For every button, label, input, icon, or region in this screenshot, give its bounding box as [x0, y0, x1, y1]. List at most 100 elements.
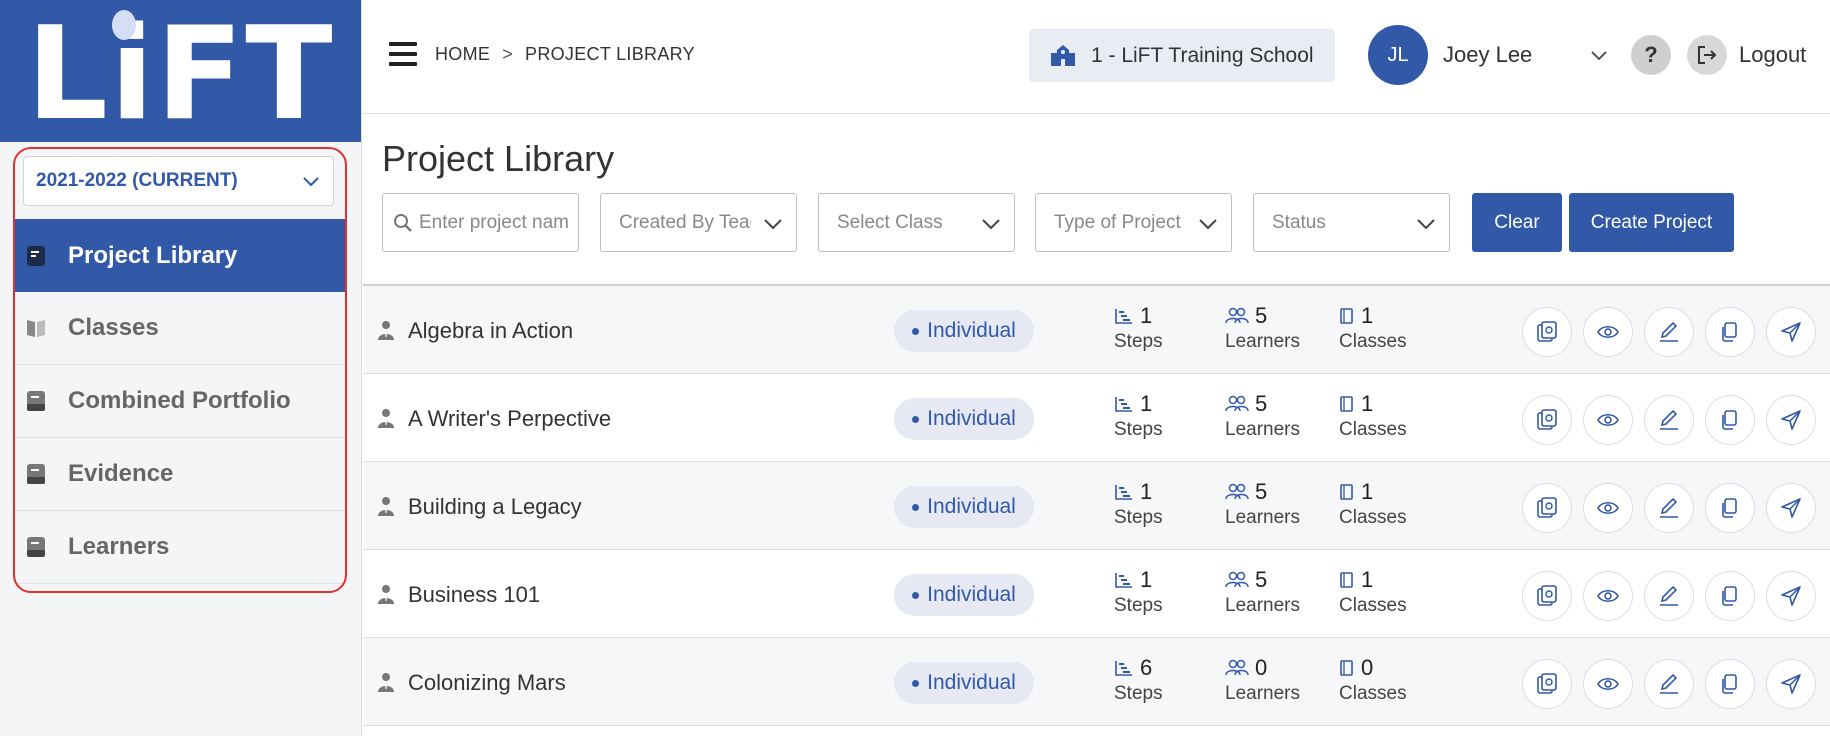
- project-name[interactable]: Building a Legacy: [408, 494, 582, 520]
- logo[interactable]: LiFT: [0, 0, 361, 142]
- created-by-filter[interactable]: Created By Teacher: [600, 193, 797, 252]
- classes-stat: 0 Classes: [1339, 654, 1407, 705]
- eye-button[interactable]: [1583, 307, 1633, 357]
- status-value: Status: [1272, 211, 1326, 233]
- classes-icon: [1339, 571, 1361, 589]
- sidebar-nav: Project Library Classes Combined Portfol…: [15, 219, 345, 584]
- clear-button[interactable]: Clear: [1472, 193, 1562, 252]
- search-input[interactable]: [419, 211, 569, 234]
- edit-button[interactable]: [1644, 307, 1694, 357]
- copy-button[interactable]: [1705, 307, 1755, 357]
- edit-icon: [1657, 672, 1681, 696]
- classes-stat: 1 Classes: [1339, 566, 1407, 617]
- sidebar-item-evidence[interactable]: Evidence: [15, 438, 345, 511]
- project-name[interactable]: Algebra in Action: [408, 318, 573, 344]
- project-type-filter[interactable]: Type of Project: [1035, 193, 1232, 252]
- project-name[interactable]: Business 101: [408, 582, 540, 608]
- sidebar-item-label: Classes: [68, 314, 159, 341]
- eye-button[interactable]: [1583, 571, 1633, 621]
- school-year-select[interactable]: 2021-2022 (CURRENT): [23, 156, 334, 206]
- copy-icon: [1718, 672, 1742, 696]
- sidebar-item-learners[interactable]: Learners: [15, 511, 345, 584]
- send-button[interactable]: [1766, 307, 1816, 357]
- copy-button[interactable]: [1705, 659, 1755, 709]
- avatar[interactable]: JL: [1368, 25, 1428, 85]
- table-row[interactable]: Algebra in Action Individual 1 Steps 5 Learne…: [363, 286, 1830, 374]
- edit-button[interactable]: [1644, 483, 1694, 533]
- edit-icon: [1657, 496, 1681, 520]
- select-class-filter[interactable]: Select Class: [818, 193, 1015, 252]
- learners-label: Learners: [1225, 419, 1300, 440]
- copy-button[interactable]: [1705, 571, 1755, 621]
- table-row[interactable]: Business 101 Individual 1 Steps 5 Learners 1 Cl…: [363, 550, 1830, 638]
- search-box[interactable]: [382, 193, 579, 252]
- copy-icon: [1718, 408, 1742, 432]
- portfolio-button[interactable]: [1522, 395, 1572, 445]
- send-icon: [1779, 584, 1803, 608]
- logout-link[interactable]: Logout: [1739, 42, 1806, 68]
- created-by-value: Created By Teacher: [619, 211, 751, 233]
- create-project-button[interactable]: Create Project: [1569, 193, 1734, 252]
- send-button[interactable]: [1766, 659, 1816, 709]
- send-icon: [1779, 672, 1803, 696]
- table-row[interactable]: Building a Legacy Individual 1 Steps 5 Learne…: [363, 462, 1830, 550]
- select-class-value: Select Class: [837, 211, 943, 233]
- project-name[interactable]: A Writer's Perpective: [408, 406, 611, 432]
- eye-icon: [1596, 320, 1620, 344]
- portfolio-button[interactable]: [1522, 571, 1572, 621]
- table-row[interactable]: A Writer's Perpective Individual 1 Steps 5 Le…: [363, 374, 1830, 462]
- eye-icon: [1596, 584, 1620, 608]
- send-button[interactable]: [1766, 395, 1816, 445]
- learners-stat: 5 Learners: [1225, 478, 1300, 529]
- copy-button[interactable]: [1705, 483, 1755, 533]
- portfolio-button[interactable]: [1522, 659, 1572, 709]
- classes-label: Classes: [1339, 683, 1407, 704]
- learners-count: 5: [1255, 479, 1268, 504]
- classes-count: 1: [1361, 479, 1374, 504]
- sidebar-item-classes[interactable]: Classes: [15, 292, 345, 365]
- table-row[interactable]: Colonizing Mars Individual 6 Steps 0 Learners…: [363, 638, 1830, 726]
- send-button[interactable]: [1766, 483, 1816, 533]
- eye-button[interactable]: [1583, 659, 1633, 709]
- learners-icon: [1225, 307, 1255, 325]
- portfolio-button[interactable]: [1522, 307, 1572, 357]
- edit-button[interactable]: [1644, 659, 1694, 709]
- portfolio-button[interactable]: [1522, 483, 1572, 533]
- send-icon: [1779, 496, 1803, 520]
- edit-button[interactable]: [1644, 395, 1694, 445]
- menu-icon[interactable]: [389, 42, 417, 66]
- steps-label: Steps: [1114, 595, 1163, 616]
- user-name[interactable]: Joey Lee: [1443, 42, 1532, 68]
- project-type-label: Individual: [927, 407, 1016, 430]
- learners-stat: 5 Learners: [1225, 390, 1300, 441]
- sidebar-item-project-library[interactable]: Project Library: [15, 219, 345, 292]
- learners-icon: [1225, 571, 1255, 589]
- edit-button[interactable]: [1644, 571, 1694, 621]
- portfolio-icon: [1535, 496, 1559, 520]
- copy-button[interactable]: [1705, 395, 1755, 445]
- chevron-down-icon[interactable]: [1589, 46, 1609, 66]
- logout-icon[interactable]: [1687, 35, 1727, 75]
- project-name[interactable]: Colonizing Mars: [408, 670, 566, 696]
- school-selector[interactable]: 1 - LiFT Training School: [1029, 29, 1335, 82]
- status-filter[interactable]: Status: [1253, 193, 1450, 252]
- breadcrumb: HOME > PROJECT LIBRARY: [435, 44, 695, 65]
- learners-icon: [1225, 395, 1255, 413]
- learners-count: 5: [1255, 567, 1268, 592]
- project-type-badge: Individual: [894, 662, 1034, 704]
- person-icon: [377, 584, 395, 609]
- send-button[interactable]: [1766, 571, 1816, 621]
- learners-icon: [1225, 659, 1255, 677]
- eye-button[interactable]: [1583, 395, 1633, 445]
- send-icon: [1779, 320, 1803, 344]
- breadcrumb-home[interactable]: HOME: [435, 44, 490, 64]
- steps-icon: [1114, 483, 1140, 501]
- edit-icon: [1657, 408, 1681, 432]
- person-icon: [377, 672, 395, 697]
- help-icon[interactable]: ?: [1631, 35, 1671, 75]
- sidebar-item-combined-portfolio[interactable]: Combined Portfolio: [15, 365, 345, 438]
- chevron-down-icon: [764, 219, 782, 230]
- sidebar-item-label: Project Library: [68, 241, 238, 269]
- eye-button[interactable]: [1583, 483, 1633, 533]
- classes-stat: 1 Classes: [1339, 478, 1407, 529]
